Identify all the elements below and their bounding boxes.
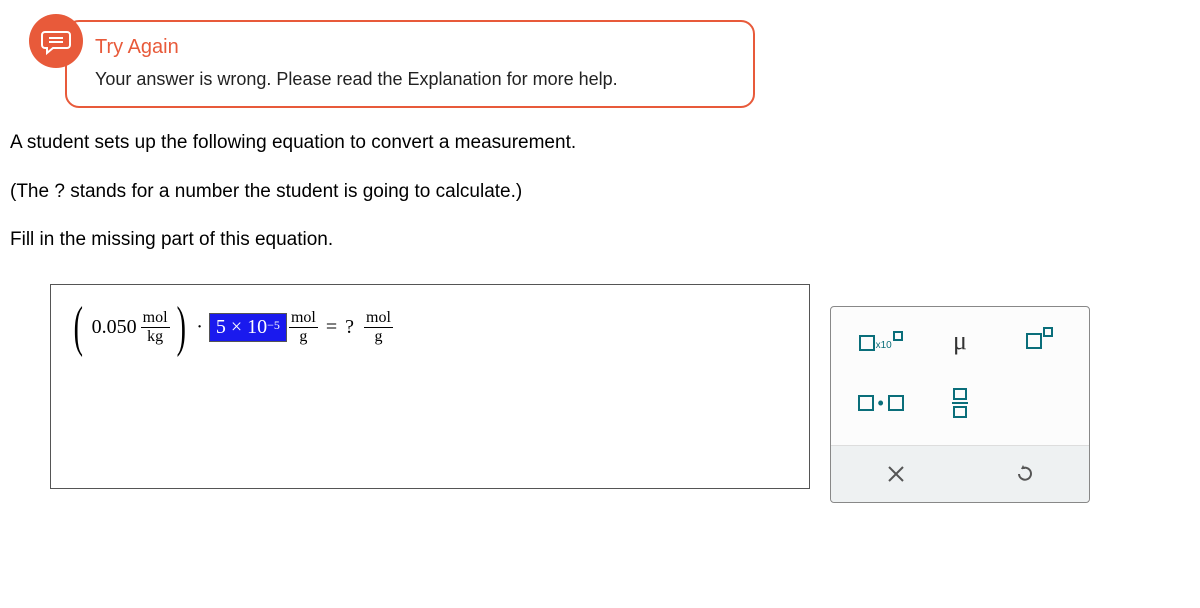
multiply-dot-button[interactable]: • [855,383,907,423]
undo-icon [1014,463,1036,485]
fraction-button[interactable] [934,383,986,423]
unit-fraction-2: mol g [289,309,318,345]
problem-text: A student sets up the following equation… [10,130,1190,254]
feedback-box: Try Again Your answer is wrong. Please r… [65,20,755,108]
wrong-exponent: −5 [267,318,280,333]
problem-line-1: A student sets up the following equation… [10,130,1190,157]
speech-bubble-icon [40,25,72,57]
multiply-dot: · [192,316,207,339]
page-container: Try Again Your answer is wrong. Please r… [0,0,1200,608]
close-icon [886,464,906,484]
feedback-title: Try Again [95,36,733,59]
equation: ( 0.050 mol kg ) · 5 × 10 −5 mol g = ? m… [69,305,791,350]
tool-row-1: x10 μ [841,321,1079,361]
superscript-button[interactable] [1013,321,1065,361]
box-icon [888,395,904,411]
feedback-icon [29,14,83,68]
problem-line-2: (The ? stands for a number the student i… [10,179,1190,206]
small-box-icon [1043,327,1053,337]
math-toolbox: x10 μ • [830,306,1090,503]
wrong-base: 5 × 10 [216,316,267,339]
box-icon [859,335,875,351]
mu-button[interactable]: μ [934,321,986,361]
fraction-bar-icon [952,402,968,404]
scientific-notation-button[interactable]: x10 [855,321,907,361]
question-mark: ? [345,316,354,339]
small-box-icon [893,331,903,341]
feedback-body: Your answer is wrong. Please read the Ex… [95,69,733,90]
problem-line-3: Fill in the missing part of this equatio… [10,227,1190,254]
unit-fraction-3: mol g [364,309,393,345]
answer-area[interactable]: ( 0.050 mol kg ) · 5 × 10 −5 mol g = ? m… [50,284,810,489]
student-answer-highlight[interactable]: 5 × 10 −5 [209,313,287,342]
toolbox-bottom-bar [831,445,1089,502]
box-icon [1026,333,1042,349]
coefficient: 0.050 [90,316,139,339]
left-paren: ( [74,305,83,350]
box-icon [858,395,874,411]
tool-row-2: • [841,383,1079,423]
box-icon [953,388,967,400]
clear-button[interactable] [831,456,960,492]
box-icon [953,406,967,418]
right-paren: ) [176,305,185,350]
unit-fraction-1: mol kg [141,309,170,345]
undo-button[interactable] [960,456,1089,492]
equals-sign: = [320,316,343,339]
